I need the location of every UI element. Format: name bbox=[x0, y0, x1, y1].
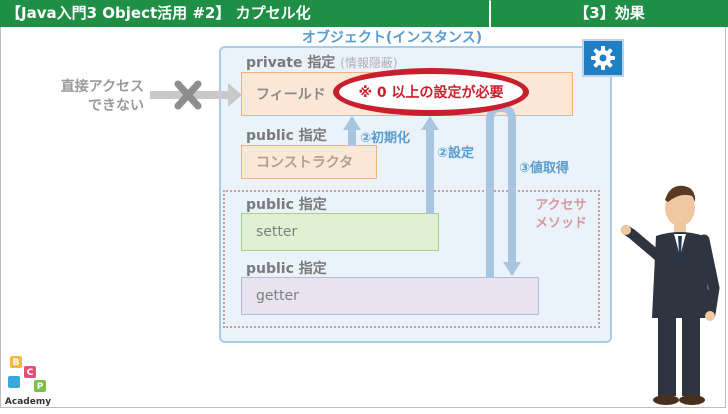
blocked-arrow-head bbox=[228, 83, 242, 107]
init-arrow-shaft bbox=[348, 128, 356, 146]
presenter-illustration bbox=[618, 178, 728, 410]
constraint-highlight: ※ 0 以上の設定が必要 bbox=[333, 68, 529, 116]
logo-text: Academy bbox=[5, 397, 51, 406]
get-arrow-head bbox=[503, 262, 521, 276]
set-arrow-head bbox=[421, 116, 439, 130]
set-arrow-label: ②設定 bbox=[437, 146, 475, 161]
get-arrow-label: ③値取得 bbox=[519, 161, 570, 176]
constraint-text: ※ 0 以上の設定が必要 bbox=[358, 85, 504, 101]
academy-logo: B C P Academy bbox=[4, 354, 52, 407]
logo-letter-b: B bbox=[13, 358, 20, 368]
init-arrow-label: ②初期化 bbox=[360, 131, 411, 146]
logo-letter-p: P bbox=[37, 382, 44, 392]
logo-letter-c: C bbox=[27, 368, 34, 378]
init-arrow-head bbox=[343, 116, 361, 130]
set-arrow-shaft bbox=[426, 128, 434, 214]
get-arrow-left bbox=[486, 116, 494, 278]
get-arrow-right bbox=[508, 120, 516, 264]
